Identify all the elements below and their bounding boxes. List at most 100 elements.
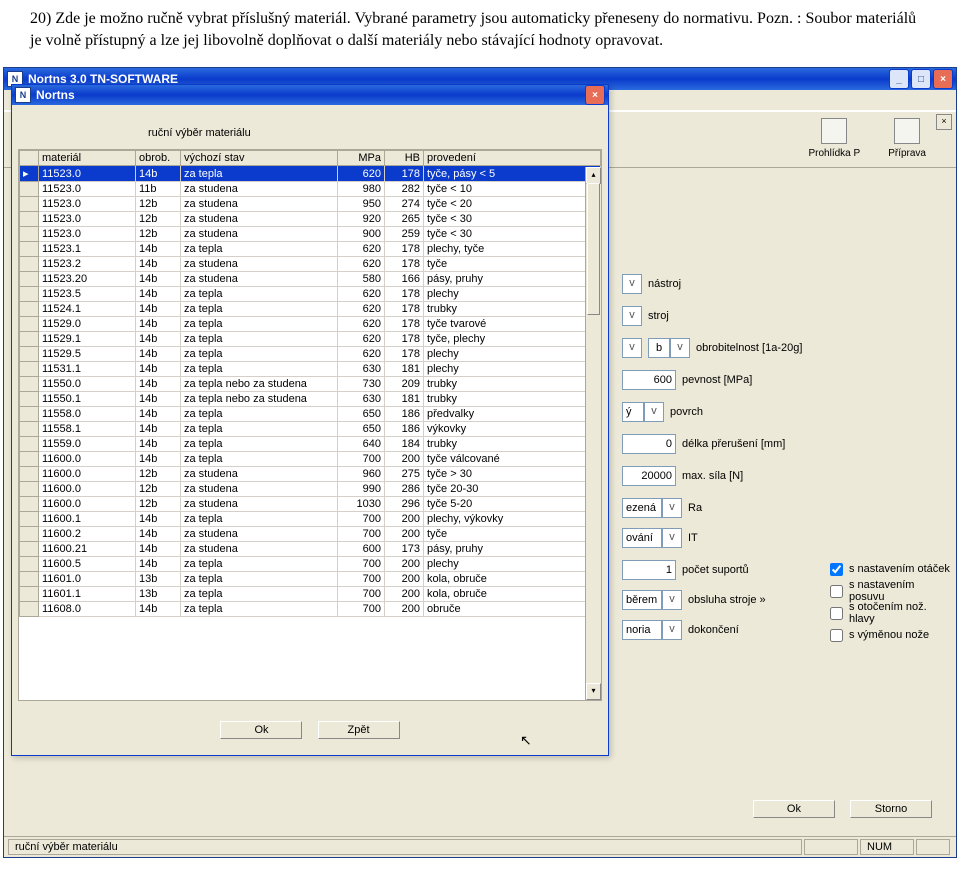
col-hb[interactable]: HB (385, 151, 424, 166)
scroll-down-icon[interactable]: ▾ (586, 683, 601, 700)
table-row[interactable]: 11600.114bza tepla700200plechy, výkovky (20, 512, 601, 527)
table-row[interactable]: 11523.114bza tepla620178plechy, tyče (20, 242, 601, 257)
minimize-button[interactable]: _ (889, 69, 909, 89)
obr-label: obrobitelnost [1a-20g] (696, 342, 802, 354)
magnifier-icon (821, 118, 847, 144)
table-row[interactable]: 11600.214bza studena700200tyče (20, 527, 601, 542)
form-storno-button[interactable]: Storno (850, 800, 932, 818)
table-row[interactable]: 11529.514bza tepla620178plechy (20, 347, 601, 362)
dialog-titlebar: N Nortns × (12, 85, 608, 105)
it-label: IT (688, 532, 698, 544)
table-row[interactable]: 11531.114bza tepla630181plechy (20, 362, 601, 377)
chk-otacky[interactable]: s nastavením otáček (830, 560, 950, 578)
col-obrob[interactable]: obrob. (136, 151, 181, 166)
table-row[interactable]: 11550.114bza tepla nebo za studena630181… (20, 392, 601, 407)
table-row[interactable]: 11558.014bza tepla650186předvalky (20, 407, 601, 422)
maximize-button[interactable]: □ (911, 69, 931, 89)
it-text[interactable]: ování (622, 528, 662, 548)
obsluha-label: obsluha stroje » (688, 594, 766, 606)
delka-label: délka přerušení [mm] (682, 438, 785, 450)
app-window: N Nortns 3.0 TN-SOFTWARE _ □ × Pomůcky N… (3, 67, 957, 858)
grid-scrollbar[interactable]: ▴ ▾ (585, 167, 601, 700)
col-material[interactable]: materiál (39, 151, 136, 166)
obsluha-text[interactable]: běrem (622, 590, 662, 610)
table-row[interactable]: 11601.113bza tepla700200kola, obruče (20, 587, 601, 602)
table-row[interactable]: 11529.014bza tepla620178tyče tvarové (20, 317, 601, 332)
povrch-text[interactable]: ý (622, 402, 644, 422)
table-row[interactable]: 11600.2114bza studena600173pásy, pruhy (20, 542, 601, 557)
scroll-up-icon[interactable]: ▴ (586, 167, 601, 184)
table-row[interactable]: 11523.012bza studena920265tyče < 30 (20, 212, 601, 227)
pevnost-label: pevnost [MPa] (682, 374, 752, 386)
dokon-label: dokončení (688, 624, 739, 636)
sila-input[interactable]: 20000 (622, 466, 676, 486)
dialog-header-label: ruční výběr materiálu (18, 111, 602, 149)
povrch-combo[interactable]: v (644, 402, 664, 422)
close-button[interactable]: × (933, 69, 953, 89)
table-row[interactable]: 11600.014bza tepla700200tyče válcované (20, 452, 601, 467)
ra-text[interactable]: ezená (622, 498, 662, 518)
table-row[interactable]: 11523.012bza studena900259tyče < 30 (20, 227, 601, 242)
table-row[interactable]: 11523.214bza studena620178tyče (20, 257, 601, 272)
dokon-text[interactable]: noria (622, 620, 662, 640)
toolbar-close-button[interactable]: × (936, 114, 952, 130)
obr-b[interactable]: b (648, 338, 670, 358)
nastroj-label: nástroj (648, 278, 681, 290)
suporty-input[interactable]: 1 (622, 560, 676, 580)
table-row[interactable]: 11600.012bza studena990286tyče 20-30 (20, 482, 601, 497)
cursor-icon: ↖ (520, 732, 532, 749)
table-row[interactable]: 11559.014bza tepla640184trubky (20, 437, 601, 452)
chk-otoceni[interactable]: s otočením nož. hlavy (830, 604, 950, 622)
status-num: NUM (860, 839, 914, 855)
toolbar-priprava[interactable]: Příprava (888, 118, 926, 159)
sila-label: max. síla [N] (682, 470, 743, 482)
document-paragraph: 20) Zde je možno ručně vybrat příslušný … (0, 0, 960, 67)
toolbar-prohlidka[interactable]: Prohlídka P (809, 118, 861, 159)
suporty-label: počet suportů (682, 564, 749, 576)
povrch-label: povrch (670, 406, 703, 418)
table-row[interactable]: 11550.014bza tepla nebo za studena730209… (20, 377, 601, 392)
table-row[interactable]: 11600.012bza studena960275tyče > 30 (20, 467, 601, 482)
material-grid[interactable]: materiál obrob. výchozí stav MPa HB prov… (18, 149, 602, 701)
table-row[interactable]: 11608.014bza tepla700200obruče (20, 602, 601, 617)
dialog-ok-button[interactable]: Ok (220, 721, 302, 739)
table-row[interactable]: ▸11523.014bza tepla620178tyče, pásy < 5 (20, 166, 601, 182)
obr-b-combo[interactable]: v (670, 338, 690, 358)
table-row[interactable]: 11523.011bza studena980282tyče < 10 (20, 182, 601, 197)
stroj-combo[interactable]: v (622, 306, 642, 326)
pencil-icon (894, 118, 920, 144)
chk-posuv[interactable]: s nastavením posuvu (830, 582, 950, 600)
table-row[interactable]: 11524.114bza tepla620178trubky (20, 302, 601, 317)
obr-combo[interactable]: v (622, 338, 642, 358)
table-row[interactable]: 11558.114bza tepla650186výkovky (20, 422, 601, 437)
col-mpa[interactable]: MPa (338, 151, 385, 166)
statusbar: ruční výběr materiálu NUM (4, 836, 956, 857)
pevnost-input[interactable]: 600 (622, 370, 676, 390)
grid-row-header (20, 151, 39, 166)
table-row[interactable]: 11523.2014bza studena580166pásy, pruhy (20, 272, 601, 287)
table-row[interactable]: 11600.012bza studena1030296tyče 5-20 (20, 497, 601, 512)
table-row[interactable]: 11600.514bza tepla700200plechy (20, 557, 601, 572)
table-row[interactable]: 11523.012bza studena950274tyče < 20 (20, 197, 601, 212)
ra-label: Ra (688, 502, 702, 514)
chk-vymena[interactable]: s výměnou nože (830, 626, 950, 644)
table-row[interactable]: 11601.013bza tepla700200kola, obruče (20, 572, 601, 587)
scroll-thumb[interactable] (587, 183, 600, 315)
obsluha-combo[interactable]: v (662, 590, 682, 610)
dialog-icon: N (15, 87, 31, 103)
col-stav[interactable]: výchozí stav (181, 151, 338, 166)
dialog-back-button[interactable]: Zpět (318, 721, 400, 739)
ra-combo[interactable]: v (662, 498, 682, 518)
it-combo[interactable]: v (662, 528, 682, 548)
table-row[interactable]: 11529.114bza tepla620178tyče, plechy (20, 332, 601, 347)
status-left: ruční výběr materiálu (8, 839, 802, 855)
form-ok-button[interactable]: Ok (753, 800, 835, 818)
table-row[interactable]: 11523.514bza tepla620178plechy (20, 287, 601, 302)
nastroj-combo[interactable]: v (622, 274, 642, 294)
delka-input[interactable]: 0 (622, 434, 676, 454)
dokon-combo[interactable]: v (662, 620, 682, 640)
col-provedeni[interactable]: provedení (424, 151, 601, 166)
dialog-close-button[interactable]: × (585, 85, 605, 105)
material-dialog: N Nortns × ruční výběr materiálu materiá… (11, 84, 609, 756)
dialog-title: Nortns (36, 88, 75, 102)
